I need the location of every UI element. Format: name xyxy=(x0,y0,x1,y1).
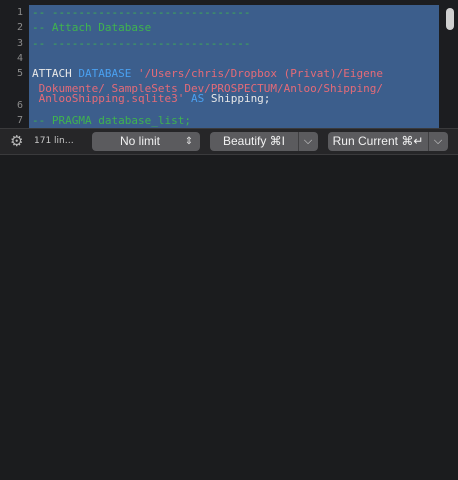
code-line[interactable]: AnlooShipping.sqlite3' AS Shipping; xyxy=(32,92,271,105)
beautify-label: Beautify ⌘I xyxy=(222,134,286,148)
code-token: -- ------------------------------ xyxy=(32,6,251,19)
line-number: 4 xyxy=(16,53,23,64)
code-token: -- ------------------------------ xyxy=(32,37,251,50)
code-line[interactable]: ATTACH DATABASE '/Users/chris/Dropbox (P… xyxy=(32,67,383,80)
code-line[interactable]: -- ------------------------------ xyxy=(32,6,251,19)
beautify-button[interactable]: Beautify ⌘I ⌵ xyxy=(210,132,318,151)
line-number: 7 xyxy=(16,115,23,126)
code-line[interactable]: -- Attach Database xyxy=(32,21,151,34)
sql-editor[interactable]: 1 2 3 4 5 6 7 -- -----------------------… xyxy=(0,0,458,128)
code-token: Shipping; xyxy=(210,92,271,105)
line-number: 5 xyxy=(16,68,23,79)
line-count-label: 171 lin… xyxy=(34,136,74,146)
limit-select[interactable]: No limit ⇕ xyxy=(92,132,200,151)
code-token: -- PRAGMA database_list; xyxy=(32,114,191,127)
gear-icon[interactable]: ⚙ xyxy=(10,133,26,149)
code-token: DATABASE xyxy=(78,67,138,80)
chevron-down-icon[interactable]: ⌵ xyxy=(429,132,447,151)
updown-chevron-icon: ⇕ xyxy=(184,136,194,147)
code-token: AS xyxy=(190,92,211,105)
limit-select-value: No limit xyxy=(119,134,160,148)
line-number: 2 xyxy=(16,22,23,33)
results-pane xyxy=(0,155,458,480)
editor-scrollbar[interactable] xyxy=(446,8,454,30)
chevron-down-icon[interactable]: ⌵ xyxy=(299,132,317,151)
line-number: 6 xyxy=(16,100,23,111)
code-token: -- Attach Database xyxy=(32,21,152,34)
code-line[interactable]: -- PRAGMA database_list; xyxy=(32,114,191,127)
code-line[interactable]: -- ------------------------------ xyxy=(32,37,251,50)
query-toolbar: ⚙ 171 lin… No limit ⇕ Beautify ⌘I ⌵ Run … xyxy=(0,128,458,155)
line-number: 1 xyxy=(16,7,23,18)
code-token: '/Users/chris/Dropbox (Privat)/Eigene xyxy=(137,67,384,80)
line-number: 3 xyxy=(16,38,23,49)
run-current-button[interactable]: Run Current ⌘↵ ⌵ xyxy=(328,132,448,151)
line-number-gutter: 1 2 3 4 5 6 7 xyxy=(0,0,28,128)
code-token: ATTACH xyxy=(32,67,79,80)
run-current-label: Run Current ⌘↵ xyxy=(332,134,424,148)
code-token: AnlooShipping.sqlite3' xyxy=(32,92,191,105)
